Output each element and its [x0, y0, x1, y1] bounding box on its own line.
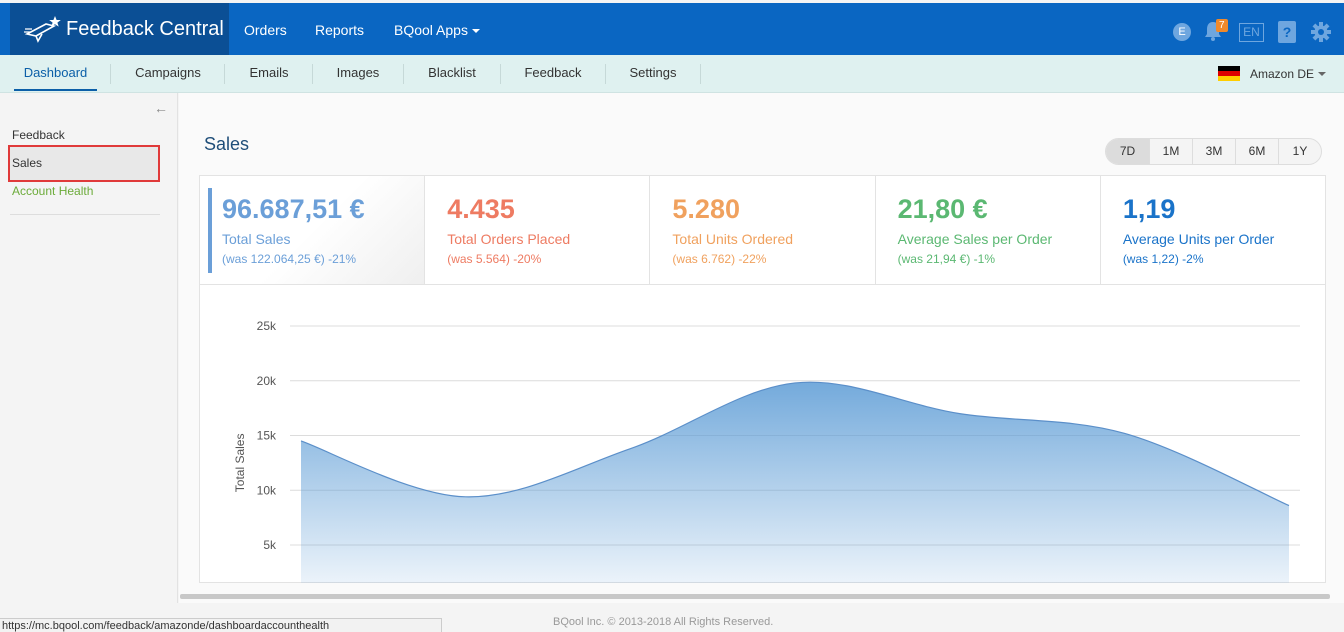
chevron-down-icon — [471, 29, 480, 34]
tab-images[interactable]: Images — [325, 55, 391, 92]
logo-icon — [24, 16, 61, 43]
svg-text:?: ? — [1283, 24, 1292, 40]
tab-divider — [224, 64, 225, 84]
marketplace-label: Amazon DE — [1249, 66, 1314, 81]
stat-value: 21,80 € — [897, 194, 988, 224]
stat-label: Total Orders Placed — [447, 231, 571, 247]
stats-panel: 96.687,51 € Total Sales (was 122.064,25 €)… — [199, 175, 1326, 285]
notifications-button[interactable]: 7 — [1204, 19, 1228, 46]
tab-divider — [312, 64, 313, 84]
tab-settings[interactable]: Settings — [618, 55, 688, 92]
user-avatar[interactable]: E — [1173, 23, 1191, 41]
y-tick-label: 25k — [257, 319, 277, 333]
range-3m-button[interactable]: 3M — [1192, 139, 1235, 164]
sales-chart: 5k 10k 15k 20k 25k Total Sales — [199, 285, 1326, 583]
date-range-selector: 7D 1M 3M 6M 1Y — [1105, 138, 1322, 165]
tab-dashboard[interactable]: Dashboard — [14, 55, 97, 92]
range-7d-button[interactable]: 7D — [1106, 139, 1149, 164]
collapse-sidebar-icon[interactable]: ← — [154, 100, 168, 116]
horizontal-scrollbar[interactable] — [180, 594, 1330, 599]
range-1y-button[interactable]: 1Y — [1278, 139, 1321, 164]
tab-divider — [500, 64, 501, 84]
tab-blacklist[interactable]: Blacklist — [416, 55, 488, 92]
tab-divider — [110, 64, 111, 84]
stat-card-total-units[interactable]: 5.280 Total Units Ordered (was 6.762) -22% — [649, 176, 874, 284]
stat-comparison: (was 122.064,25 €) -21% — [222, 252, 357, 266]
status-bar-url: https://mc.bqool.com/feedback/amazonde/d… — [0, 618, 442, 632]
stat-label: Total Sales — [222, 231, 291, 247]
nav-reports[interactable]: Reports — [315, 3, 364, 55]
settings-button[interactable] — [1311, 22, 1331, 47]
tab-divider — [605, 64, 606, 84]
language-button[interactable]: EN — [1239, 23, 1264, 42]
series-area — [301, 382, 1289, 583]
chevron-down-icon — [1318, 71, 1326, 76]
user-initial: E — [1178, 26, 1186, 38]
tab-emails[interactable]: Emails — [237, 55, 301, 92]
nav-bqool-apps[interactable]: BQool Apps — [394, 3, 480, 55]
notification-badge: 7 — [1216, 19, 1228, 32]
stat-comparison: (was 1,22) -2% — [1122, 252, 1204, 266]
nav-orders[interactable]: Orders — [244, 3, 287, 55]
y-tick-label: 10k — [257, 483, 277, 497]
stat-card-total-sales[interactable]: 96.687,51 € Total Sales (was 122.064,25 €)… — [200, 176, 425, 284]
tab-divider — [700, 64, 701, 84]
stat-comparison: (was 21,94 €) -1% — [897, 252, 995, 266]
tab-feedback[interactable]: Feedback — [513, 55, 593, 92]
sidebar-item-feedback[interactable]: Feedback — [12, 128, 65, 142]
help-button[interactable]: ? — [1278, 21, 1296, 48]
main-content: Sales 7D 1M 3M 6M 1Y 96.687,51 € Total Sa… — [179, 93, 1344, 603]
tab-divider — [403, 64, 404, 84]
stat-card-avg-units-per-order[interactable]: 1,19 Average Units per Order (was 1,22) -2… — [1099, 176, 1325, 284]
stat-label: Average Sales per Order — [897, 231, 1053, 247]
sidebar-item-sales[interactable]: Sales — [12, 156, 42, 170]
stat-label: Average Units per Order — [1122, 231, 1275, 247]
tab-campaigns[interactable]: Campaigns — [124, 55, 212, 92]
sub-navbar: Dashboard Campaigns Emails Images Blackl… — [0, 55, 1344, 93]
stat-comparison: (was 6.762) -22% — [672, 252, 767, 266]
stat-value: 4.435 — [447, 194, 515, 224]
sidebar-divider — [10, 214, 160, 215]
page-title: Sales — [204, 134, 250, 154]
y-tick-label: 5k — [263, 538, 277, 552]
stat-comparison: (was 5.564) -20% — [447, 252, 542, 266]
y-axis-label: Total Sales — [233, 434, 247, 493]
stat-value: 96.687,51 € — [222, 194, 365, 224]
range-1m-button[interactable]: 1M — [1149, 139, 1192, 164]
gear-icon — [1311, 22, 1331, 42]
stat-card-avg-sales-per-order[interactable]: 21,80 € Average Sales per Order (was 21,94… — [874, 176, 1100, 284]
brand-name: Feedback Central — [66, 17, 224, 40]
help-book-icon: ? — [1278, 21, 1296, 43]
stat-card-total-orders[interactable]: 4.435 Total Orders Placed (was 5.564) -20% — [424, 176, 649, 284]
stat-value: 1,19 — [1122, 194, 1176, 224]
stat-label: Total Units Ordered — [672, 231, 794, 247]
y-tick-label: 20k — [257, 374, 277, 388]
nav-bqool-apps-label: BQool Apps — [394, 22, 468, 38]
germany-flag-icon — [1217, 66, 1240, 81]
brand-link[interactable]: Feedback Central — [10, 3, 229, 55]
range-6m-button[interactable]: 6M — [1235, 139, 1278, 164]
sidebar: ← Feedback Sales Account Health — [0, 93, 178, 603]
marketplace-selector[interactable]: Amazon DE — [1217, 66, 1326, 81]
sidebar-item-account-health[interactable]: Account Health — [12, 184, 93, 198]
stat-value: 5.280 — [672, 194, 740, 224]
y-tick-label: 15k — [257, 429, 277, 443]
copyright-footer: BQool Inc. © 2013-2018 All Rights Reserv… — [553, 616, 774, 628]
sales-area-chart: 5k 10k 15k 20k 25k Total Sales — [233, 319, 1300, 583]
language-label: EN — [1243, 25, 1260, 39]
top-navbar: Feedback Central Orders Reports BQool Ap… — [0, 3, 1344, 55]
